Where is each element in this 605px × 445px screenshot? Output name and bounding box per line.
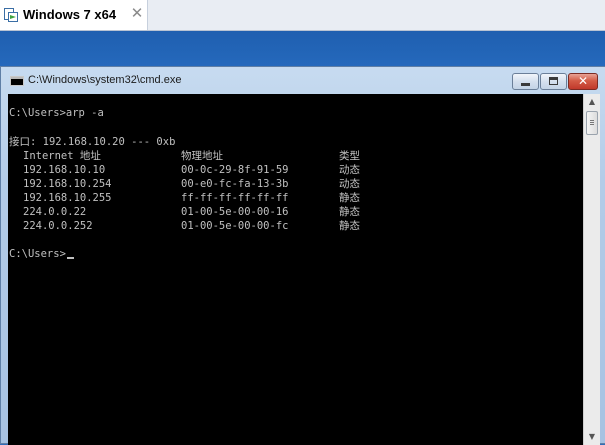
cmd-window: C:\Windows\system32\cmd.exe ✕ C:\Users>a… bbox=[0, 66, 605, 445]
row-mac: 00-e0-fc-fa-13-3b bbox=[181, 178, 289, 190]
column-header-type: 类型 bbox=[339, 150, 360, 162]
maximize-button[interactable] bbox=[540, 73, 567, 90]
row-mac: 00-0c-29-8f-91-59 bbox=[181, 164, 289, 176]
row-type: 静态 bbox=[339, 192, 360, 204]
command-line: C:\Users>arp -a bbox=[9, 107, 104, 119]
grip-line bbox=[590, 124, 594, 125]
row-type: 静态 bbox=[339, 206, 360, 218]
row-ip: 224.0.0.22 bbox=[23, 206, 87, 218]
minimize-icon bbox=[521, 83, 530, 86]
grip-line bbox=[590, 122, 594, 123]
row-mac: ff-ff-ff-ff-ff-ff bbox=[181, 192, 289, 204]
vertical-scrollbar[interactable]: ▲ ▼ bbox=[583, 94, 600, 445]
maximize-icon bbox=[549, 77, 558, 85]
row-type: 动态 bbox=[339, 164, 360, 176]
scroll-up-arrow-icon[interactable]: ▲ bbox=[584, 94, 600, 110]
close-button[interactable]: ✕ bbox=[568, 73, 598, 90]
scroll-down-arrow-icon[interactable]: ▼ bbox=[584, 429, 600, 445]
row-mac: 01-00-5e-00-00-16 bbox=[181, 206, 289, 218]
close-icon: ✕ bbox=[577, 74, 589, 88]
prompt-line: C:\Users> bbox=[9, 247, 74, 261]
column-header-physical: 物理地址 bbox=[181, 150, 223, 162]
row-type: 动态 bbox=[339, 178, 360, 190]
row-ip: 192.168.10.254 bbox=[23, 178, 112, 190]
console-output[interactable]: C:\Users>arp -a 接口: 192.168.10.20 --- 0x… bbox=[8, 94, 583, 445]
row-type: 静态 bbox=[339, 220, 360, 232]
vm-tab-strip: Windows 7 x64 ✕ bbox=[0, 0, 605, 31]
interface-line: 接口: 192.168.10.20 --- 0xb bbox=[9, 136, 176, 148]
vm-tab-label: Windows 7 x64 bbox=[23, 7, 117, 22]
text-cursor bbox=[66, 257, 74, 259]
row-mac: 01-00-5e-00-00-fc bbox=[181, 220, 289, 232]
column-header-address: Internet 地址 bbox=[23, 150, 101, 162]
cmd-icon bbox=[10, 76, 24, 86]
row-ip: 224.0.0.252 bbox=[23, 220, 93, 232]
vm-icon bbox=[4, 7, 18, 22]
final-prompt: C:\Users> bbox=[9, 248, 66, 260]
scroll-thumb[interactable] bbox=[586, 111, 598, 135]
minimize-button[interactable] bbox=[512, 73, 539, 90]
row-ip: 192.168.10.255 bbox=[23, 192, 112, 204]
grip-line bbox=[590, 120, 594, 121]
window-title: C:\Windows\system32\cmd.exe bbox=[28, 74, 182, 86]
row-ip: 192.168.10.10 bbox=[23, 164, 106, 176]
vm-tab[interactable]: Windows 7 x64 ✕ bbox=[0, 0, 148, 30]
close-icon[interactable]: ✕ bbox=[130, 5, 144, 21]
